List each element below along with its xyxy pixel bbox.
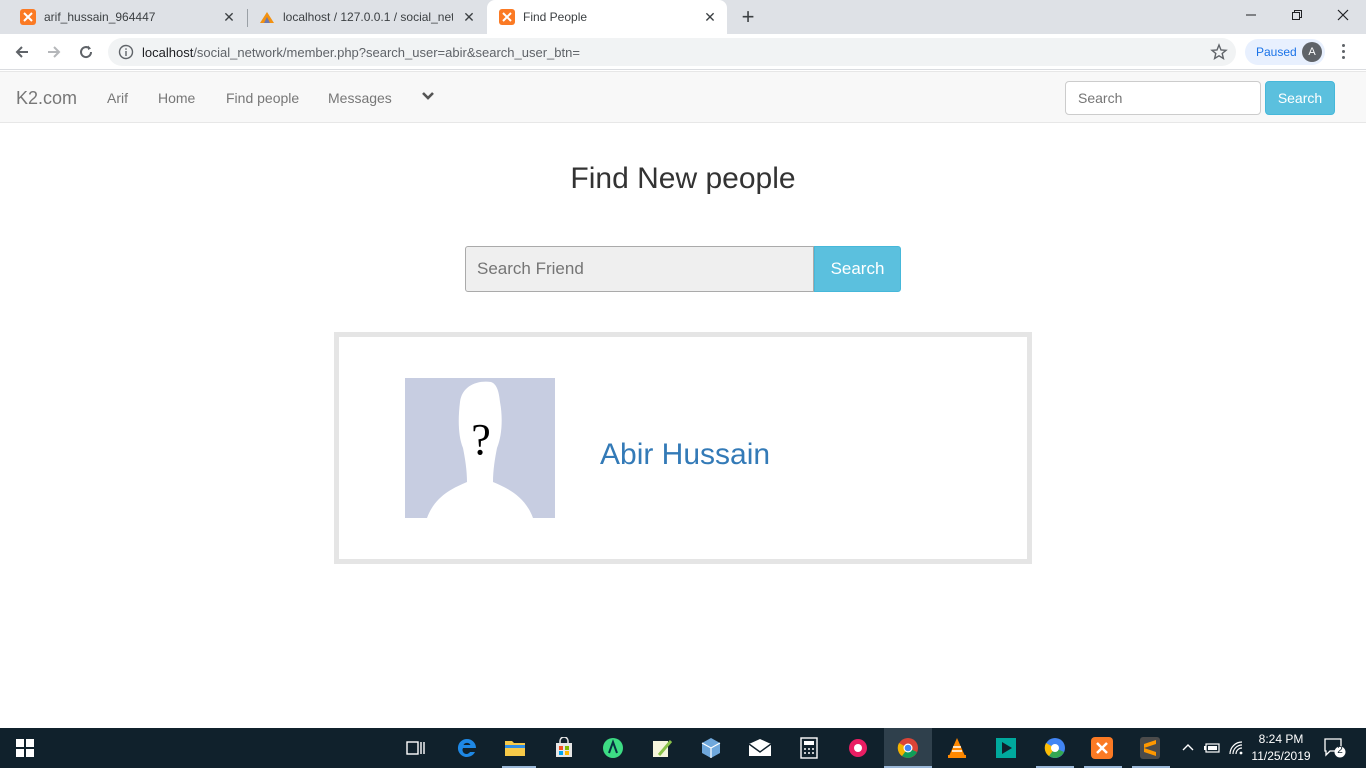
tab-title: Find People — [523, 10, 588, 24]
tab-find-people[interactable]: Find People ✕ — [487, 0, 727, 34]
close-tab-icon[interactable]: ✕ — [222, 10, 236, 24]
system-clock[interactable]: 8:24 PM 11/25/2019 — [1246, 731, 1316, 765]
profile-paused-button[interactable]: Paused A — [1245, 39, 1325, 65]
url-host: localhost — [142, 45, 194, 60]
browser-toolbar: localhost/social_network/member.php?sear… — [0, 34, 1366, 70]
navbar-search-input[interactable] — [1065, 81, 1261, 115]
wifi-icon[interactable] — [1226, 736, 1246, 760]
search-friend-button[interactable]: Search — [814, 246, 901, 292]
info-icon[interactable] — [118, 44, 134, 60]
task-view-icon[interactable] — [404, 736, 428, 760]
user-name-link[interactable]: Abir Hussain — [600, 438, 770, 472]
xampp-icon[interactable] — [1090, 736, 1114, 760]
close-window-icon[interactable] — [1320, 0, 1366, 30]
reload-icon[interactable] — [74, 40, 98, 64]
nav-link-messages[interactable]: Messages — [328, 90, 392, 106]
address-bar[interactable]: localhost/social_network/member.php?sear… — [108, 38, 1236, 66]
brand-link[interactable]: K2.com — [16, 88, 77, 109]
vlc-icon[interactable] — [945, 736, 969, 760]
tab-arif-hussain[interactable]: arif_hussain_964447 ✕ — [0, 0, 246, 34]
tab-title: localhost / 127.0.0.1 / social_netw — [283, 10, 453, 24]
notification-center-icon[interactable]: 2 — [1324, 738, 1346, 758]
page-title: Find New people — [570, 162, 796, 195]
tab-strip: arif_hussain_964447 ✕ localhost / 127.0.… — [0, 0, 1366, 34]
sublime-text-icon[interactable] — [1138, 736, 1162, 760]
chrome-canary-icon[interactable] — [1043, 736, 1067, 760]
close-tab-icon[interactable]: ✕ — [703, 10, 717, 24]
notification-count: 2 — [1337, 745, 1343, 756]
nav-link-find-people[interactable]: Find people — [226, 90, 299, 106]
android-studio-icon[interactable] — [601, 736, 625, 760]
windows-taskbar: 8:24 PM 11/25/2019 2 — [0, 728, 1366, 768]
virtualbox-icon[interactable] — [699, 736, 723, 760]
default-profile-silhouette-icon[interactable]: ? — [405, 378, 555, 518]
flower-app-icon[interactable] — [846, 736, 870, 760]
bookmark-star-icon[interactable] — [1210, 43, 1228, 61]
search-friend-input[interactable] — [465, 246, 814, 292]
menu-kebab-icon[interactable] — [1340, 44, 1346, 60]
profile-status: Paused — [1256, 45, 1297, 59]
calculator-icon[interactable] — [797, 736, 821, 760]
back-arrow-icon[interactable] — [10, 40, 34, 64]
chevron-up-icon[interactable] — [1178, 736, 1198, 760]
user-result-card: ? Abir Hussain — [334, 332, 1032, 564]
minimize-icon[interactable] — [1228, 0, 1274, 30]
nav-link-arif[interactable]: Arif — [107, 90, 128, 106]
forward-arrow-icon[interactable] — [42, 40, 66, 64]
new-tab-icon[interactable]: + — [738, 6, 758, 28]
site-navbar: K2.com Arif Home Find people Messages Se… — [0, 71, 1366, 123]
mail-icon[interactable] — [748, 736, 772, 760]
avatar: A — [1302, 42, 1322, 62]
tab-title: arif_hussain_964447 — [44, 10, 156, 24]
file-explorer-icon[interactable] — [503, 736, 527, 760]
store-icon[interactable] — [552, 736, 576, 760]
windows-start-icon[interactable] — [13, 736, 37, 760]
clock-time: 8:24 PM — [1258, 732, 1304, 746]
xampp-icon — [499, 9, 515, 25]
close-tab-icon[interactable]: ✕ — [462, 10, 476, 24]
xampp-icon — [20, 9, 36, 25]
notepad-plus-icon[interactable] — [650, 736, 674, 760]
chevron-down-icon[interactable] — [421, 89, 435, 103]
chrome-icon[interactable] — [896, 736, 920, 760]
phpmyadmin-icon — [259, 9, 275, 25]
edge-browser-icon[interactable] — [455, 736, 479, 760]
url-path: /social_network/member.php?search_user=a… — [193, 45, 580, 60]
url-text: localhost/social_network/member.php?sear… — [142, 45, 580, 60]
media-player-icon[interactable] — [994, 736, 1018, 760]
svg-text:?: ? — [471, 415, 491, 464]
tab-phpmyadmin[interactable]: localhost / 127.0.0.1 / social_netw ✕ — [248, 0, 486, 34]
clock-date: 11/25/2019 — [1251, 749, 1311, 763]
restore-icon[interactable] — [1274, 0, 1320, 30]
battery-icon[interactable] — [1202, 736, 1222, 760]
nav-link-home[interactable]: Home — [158, 90, 195, 106]
navbar-search-button[interactable]: Search — [1265, 81, 1335, 115]
